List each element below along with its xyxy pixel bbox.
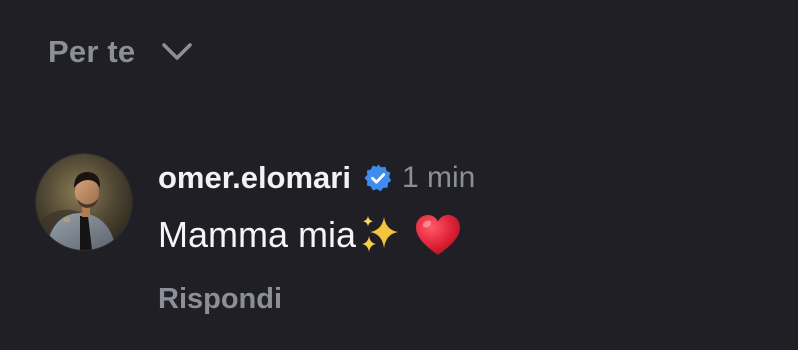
reply-button[interactable]: Rispondi	[158, 283, 282, 316]
comment-username[interactable]: omer.elomari	[158, 160, 351, 196]
comment-body: Mamma mia	[158, 210, 462, 260]
red-heart-emoji-icon	[416, 215, 461, 255]
chevron-down-icon	[162, 43, 193, 60]
feed-filter-dropdown[interactable]: Per te	[48, 30, 193, 74]
comment-timestamp: 1 min	[401, 161, 476, 194]
avatar[interactable]	[36, 154, 132, 250]
verified-badge-icon	[364, 164, 392, 192]
feed-filter-label: Per te	[48, 34, 136, 69]
comment-header: omer.elomari 1 min	[158, 156, 475, 200]
sparkles-emoji-icon	[362, 216, 399, 252]
comment-text: Mamma mia	[158, 214, 357, 255]
